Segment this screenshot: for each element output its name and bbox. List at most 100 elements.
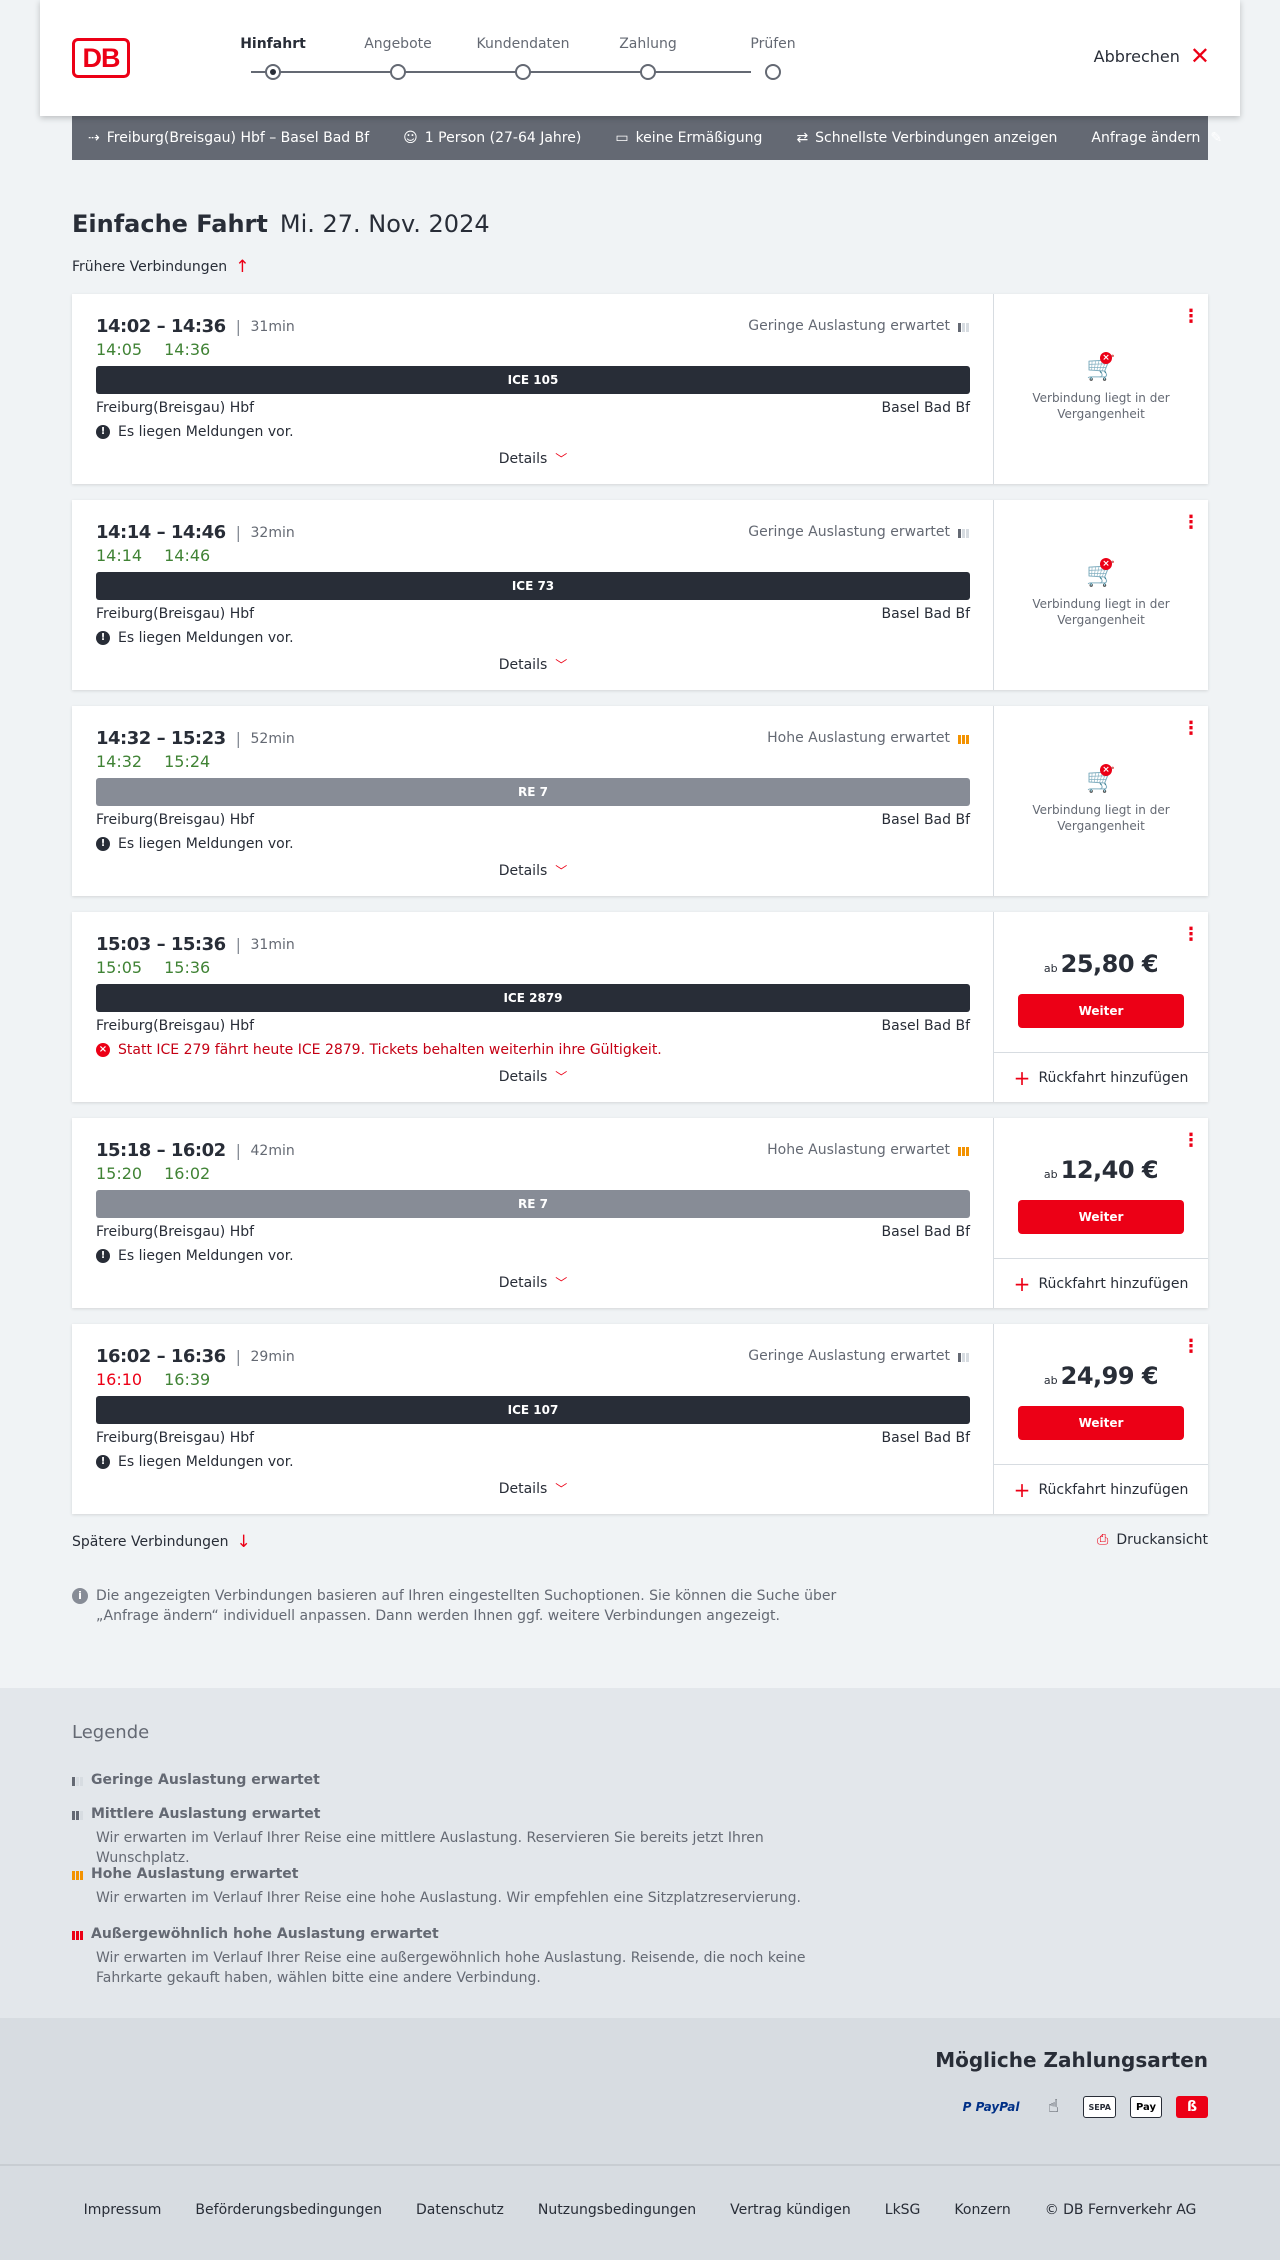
past-connection-info: 🛒 × Verbindung liegt in der Vergangenheit [994, 558, 1208, 628]
route-text: Freiburg(Breisgau) Hbf – Basel Bad Bf [106, 130, 370, 146]
connection-details-panel[interactable]: 15:03 – 15:36 | 31min 15:05 15:36 ICE 28… [72, 912, 994, 1102]
footer-link[interactable]: Nutzungsbedingungen [538, 2202, 696, 2218]
footer-link[interactable]: Konzern [954, 2202, 1010, 2218]
traveller-summary: ☺ 1 Person (27-64 Jahre) [403, 130, 581, 146]
fastest-text: Schnellste Verbindungen anzeigen [815, 130, 1058, 146]
offer-panel: ⋮ 🛒 × Verbindung liegt in der Vergangenhe… [994, 500, 1208, 690]
info-icon: i [72, 1588, 88, 1604]
connection-details-panel[interactable]: 15:18 – 16:02 | 42min Hohe Auslastung er… [72, 1118, 994, 1308]
add-return-button[interactable]: + Rückfahrt hinzufügen [994, 1052, 1208, 1102]
realtime-departure: 16:10 [96, 1370, 143, 1389]
price-prefix: ab [1043, 962, 1058, 975]
arrival-station: Basel Bad Bf [881, 812, 970, 828]
chevron-down-icon: ﹀ [555, 864, 568, 878]
more-options-icon[interactable]: ⋮ [1182, 308, 1200, 326]
details-toggle[interactable]: Details ﹀ [72, 862, 994, 879]
chevron-down-icon: ﹀ [555, 1276, 568, 1290]
footer-link[interactable]: LkSG [885, 2202, 921, 2218]
payment-icons: P PayPal ☝ SEPA Pay ß [959, 2096, 1208, 2118]
times-separator: | [235, 729, 241, 748]
connection-card: 14:14 – 14:46 | 32min Geringe Auslastung… [72, 500, 1208, 690]
step-dot [765, 64, 781, 80]
details-label: Details [498, 451, 548, 467]
occupancy-text: Geringe Auslastung erwartet [748, 318, 950, 334]
add-return-button[interactable]: + Rückfahrt hinzufügen [994, 1258, 1208, 1308]
details-toggle[interactable]: Details ﹀ [72, 1480, 994, 1497]
more-options-icon[interactable]: ⋮ [1182, 926, 1200, 944]
progress-stepper: Hinfahrt Angebote Kundendaten Zahlung Pr… [210, 34, 796, 84]
connection-details-panel[interactable]: 14:02 – 14:36 | 31min Geringe Auslastung… [72, 294, 994, 484]
trip-type: Einfache Fahrt [72, 210, 268, 238]
step-hinfahrt[interactable]: Hinfahrt [210, 34, 336, 80]
legend-item-label: Hohe Auslastung erwartet [91, 1866, 299, 1882]
realtime-arrival: 14:46 [164, 546, 211, 565]
schedule-times: 14:32 – 15:23 | 52min [96, 728, 295, 749]
fastest-toggle[interactable]: ⇄ Schnellste Verbindungen anzeigen [796, 130, 1057, 146]
footer-link[interactable]: Impressum [84, 2202, 162, 2218]
message-text: Es liegen Meldungen vor. [118, 630, 294, 646]
continue-button[interactable]: Weiter [1018, 1406, 1184, 1440]
earlier-connections-link[interactable]: Frühere Verbindungen ↑ [72, 257, 249, 277]
occupancy-info: Geringe Auslastung erwartet [748, 1348, 969, 1364]
occupancy-icon [958, 320, 969, 332]
page-title: Einfache Fahrt Mi. 27. Nov. 2024 [72, 210, 490, 238]
alert-icon: ! [96, 631, 110, 645]
occupancy-text: Geringe Auslastung erwartet [748, 1348, 950, 1364]
footer-link[interactable]: © DB Fernverkehr AG [1045, 2202, 1197, 2218]
later-connections-link[interactable]: Spätere Verbindungen ↓ [72, 1532, 251, 1552]
continue-button[interactable]: Weiter [1018, 994, 1184, 1028]
price-value: 12,40 € [1060, 1156, 1159, 1184]
connection-card: 15:18 – 16:02 | 42min Hohe Auslastung er… [72, 1118, 1208, 1308]
step-label: Zahlung [619, 36, 677, 52]
occupancy-text: Geringe Auslastung erwartet [748, 524, 950, 540]
departure-station: Freiburg(Breisgau) Hbf [96, 400, 255, 416]
duration: 31min [250, 936, 295, 953]
connection-details-panel[interactable]: 16:02 – 16:36 | 29min Geringe Auslastung… [72, 1324, 994, 1514]
arrival-station: Basel Bad Bf [881, 400, 970, 416]
db-logo[interactable]: DB [72, 38, 130, 78]
footer-link[interactable]: Vertrag kündigen [730, 2202, 851, 2218]
connection-details-panel[interactable]: 14:32 – 15:23 | 52min Hohe Auslastung er… [72, 706, 994, 896]
more-options-icon[interactable]: ⋮ [1182, 1338, 1200, 1356]
occupancy-icon [72, 1774, 83, 1786]
continue-button[interactable]: Weiter [1018, 1200, 1184, 1234]
more-options-icon[interactable]: ⋮ [1182, 720, 1200, 738]
occupancy-icon [72, 1928, 83, 1940]
details-toggle[interactable]: Details ﹀ [72, 1274, 994, 1291]
connection-details-panel[interactable]: 14:14 – 14:46 | 32min Geringe Auslastung… [72, 500, 994, 690]
add-return-button[interactable]: + Rückfahrt hinzufügen [994, 1464, 1208, 1514]
footer-link[interactable]: Beförderungsbedingungen [195, 2202, 382, 2218]
details-label: Details [498, 1069, 548, 1085]
stations: Freiburg(Breisgau) Hbf Basel Bad Bf [96, 1224, 970, 1240]
arrow-up-icon: ↑ [235, 257, 250, 277]
planned-times: 15:03 – 15:36 [96, 934, 226, 955]
offer-panel: ⋮ ab 24,99 € Weiter + Rückfahrt hinzufüge… [994, 1324, 1208, 1514]
more-options-icon[interactable]: ⋮ [1182, 514, 1200, 532]
message-text: Es liegen Meldungen vor. [118, 836, 294, 852]
step-dot [390, 64, 406, 80]
print-view-link[interactable]: ⎙ Druckansicht [1097, 1532, 1208, 1548]
connection-message: ! Es liegen Meldungen vor. [96, 1454, 294, 1470]
realtime-times: 14:05 14:36 [96, 340, 210, 359]
stations: Freiburg(Breisgau) Hbf Basel Bad Bf [96, 812, 970, 828]
change-request-button[interactable]: Anfrage ändern ✎ [1091, 130, 1229, 146]
schedule-times: 15:18 – 16:02 | 42min [96, 1140, 295, 1161]
connection-message: ! Es liegen Meldungen vor. [96, 1248, 294, 1264]
paypal-icon: P PayPal [962, 2100, 1020, 2114]
note-text: Die angezeigten Verbindungen basieren au… [96, 1588, 837, 1624]
details-toggle[interactable]: Details ﹀ [72, 450, 994, 467]
details-toggle[interactable]: Details ﹀ [72, 1068, 994, 1085]
cancel-button[interactable]: Abbrechen ✕ [1094, 44, 1210, 68]
legend-item: Außergewöhnlich hohe Auslastung erwartet… [72, 1926, 856, 1988]
plus-icon: + [1013, 1271, 1031, 1296]
details-toggle[interactable]: Details ﹀ [72, 656, 994, 673]
alert-icon: ! [96, 425, 110, 439]
more-options-icon[interactable]: ⋮ [1182, 1132, 1200, 1150]
message-text: Es liegen Meldungen vor. [118, 1248, 294, 1264]
footer-link[interactable]: Datenschutz [416, 2202, 504, 2218]
arrival-station: Basel Bad Bf [881, 1018, 970, 1034]
realtime-times: 16:10 16:39 [96, 1370, 210, 1389]
planned-times: 16:02 – 16:36 [96, 1346, 226, 1367]
change-request-label: Anfrage ändern [1091, 130, 1201, 146]
alert-icon: ! [96, 837, 110, 851]
